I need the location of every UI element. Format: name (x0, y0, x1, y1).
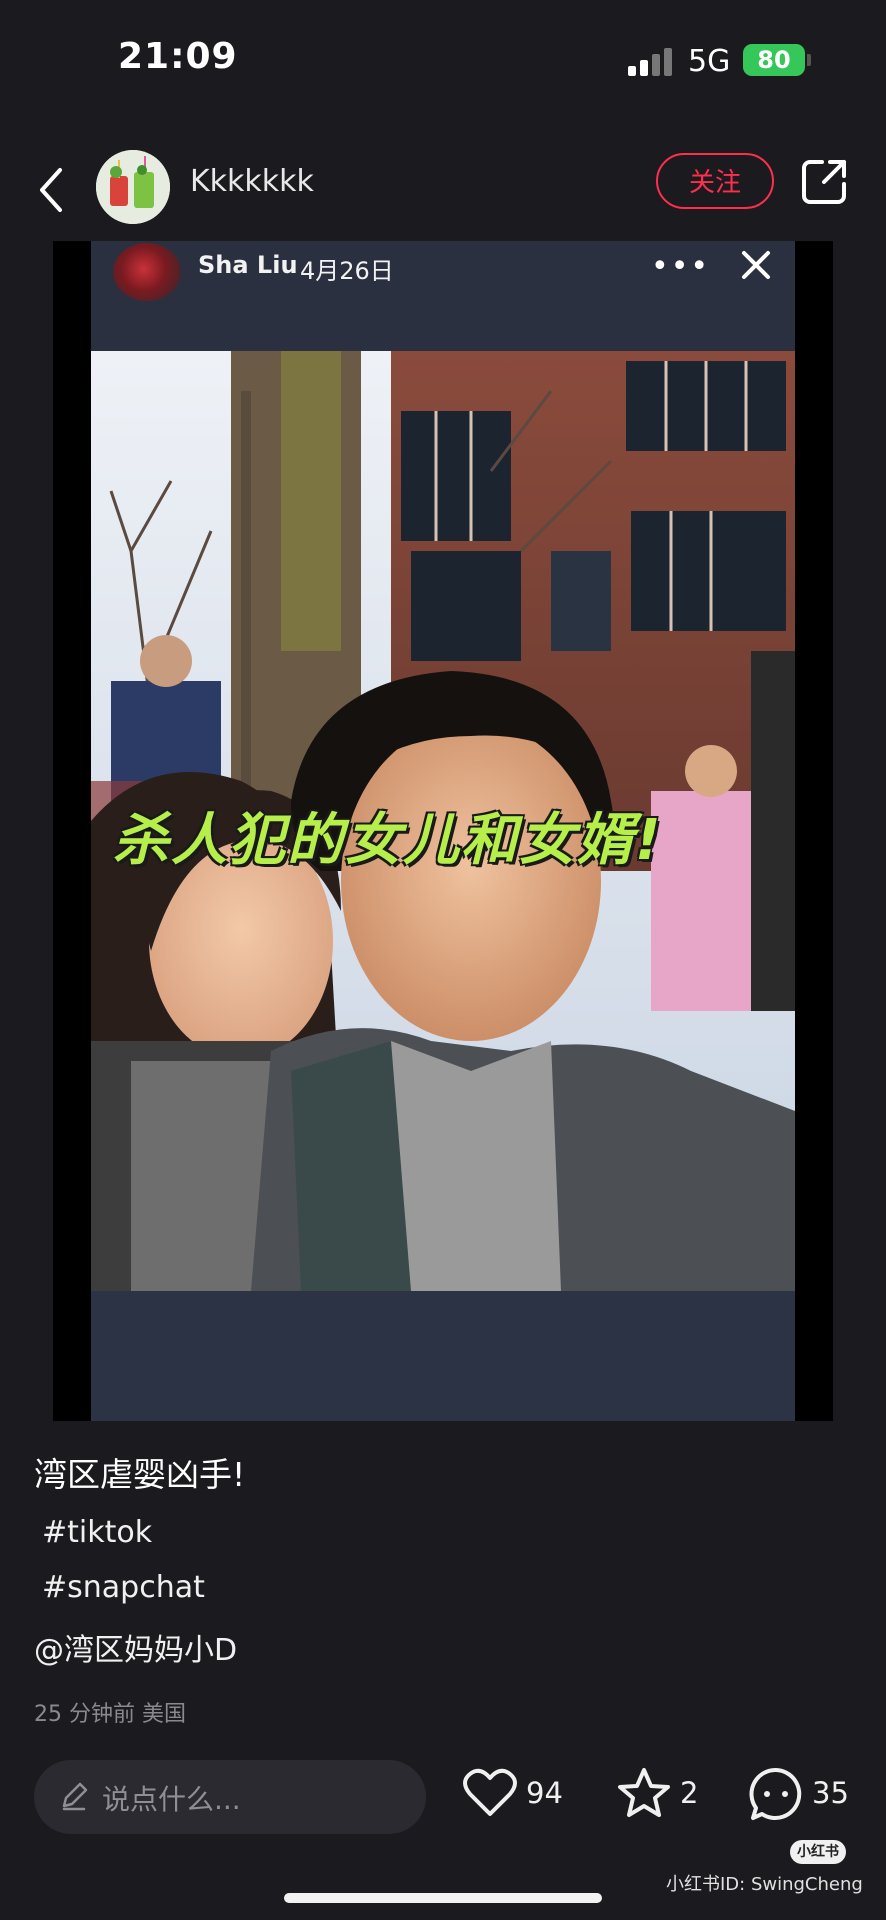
more-icon: ••• (651, 249, 711, 284)
favorite-button[interactable]: 2 (616, 1766, 706, 1826)
signal-icon (628, 48, 674, 76)
comment-count: 35 (812, 1776, 849, 1810)
home-indicator[interactable] (284, 1893, 602, 1903)
like-button[interactable]: 94 (462, 1766, 572, 1826)
post-meta: 25 分钟前 美国 (34, 1702, 186, 1727)
overlay-caption: 杀人犯的女儿和女婿! (113, 808, 663, 873)
embedded-card-header: Sha Liu 4月26日 ••• (91, 241, 795, 351)
app-logo-badge: 小红书 (790, 1840, 846, 1864)
star-icon (618, 1768, 670, 1817)
embedded-post-date: 4月26日 (300, 257, 394, 285)
mention-link[interactable]: @湾区妈妈小D (34, 1625, 237, 1669)
network-type: 5G (688, 44, 731, 79)
follow-button[interactable]: 关注 (656, 153, 774, 209)
watermark: 小红书ID: SwingCheng (666, 1874, 863, 1895)
embedded-author-name: Sha Liu (198, 251, 298, 279)
pencil-icon (62, 1782, 88, 1811)
status-bar: 21:09 5G 80 (0, 0, 886, 120)
chevron-left-icon (40, 168, 62, 212)
hashtag-link[interactable]: #snapchat (42, 1570, 205, 1605)
drinks-avatar-icon (96, 150, 170, 224)
battery-level: 80 (757, 46, 791, 74)
hashtag-link[interactable]: #tiktok (42, 1515, 152, 1550)
comment-button[interactable]: 35 (748, 1766, 868, 1826)
heart-icon (463, 1768, 517, 1816)
share-button[interactable] (798, 154, 852, 208)
close-icon (736, 245, 776, 285)
comment-placeholder: 说点什么... (102, 1783, 241, 1816)
post-header: Kkkkkkk 关注 (0, 140, 886, 240)
battery-cap (807, 54, 811, 66)
post-title: 湾区虐婴凶手! (34, 1455, 246, 1494)
couple-selfie-photo: 杀人犯的女儿和女婿! (91, 351, 795, 1291)
username[interactable]: Kkkkkkk (190, 164, 314, 199)
favorite-count: 2 (680, 1776, 699, 1810)
embedded-screenshot-card: Sha Liu 4月26日 ••• 杀人犯的女儿和女婿! (91, 241, 795, 1421)
status-time: 21:09 (118, 36, 238, 77)
back-button[interactable] (30, 158, 90, 222)
battery-icon: 80 (743, 44, 805, 76)
like-count: 94 (526, 1776, 563, 1810)
comment-input[interactable]: 说点什么... (34, 1760, 426, 1834)
post-image[interactable]: Sha Liu 4月26日 ••• 杀人犯的女儿和女婿! (53, 241, 833, 1421)
embedded-card-footer (91, 1291, 795, 1421)
share-icon (802, 160, 846, 204)
avatar[interactable] (96, 150, 170, 224)
embedded-author-avatar (113, 243, 181, 301)
comment-bubble-icon (749, 1767, 802, 1820)
